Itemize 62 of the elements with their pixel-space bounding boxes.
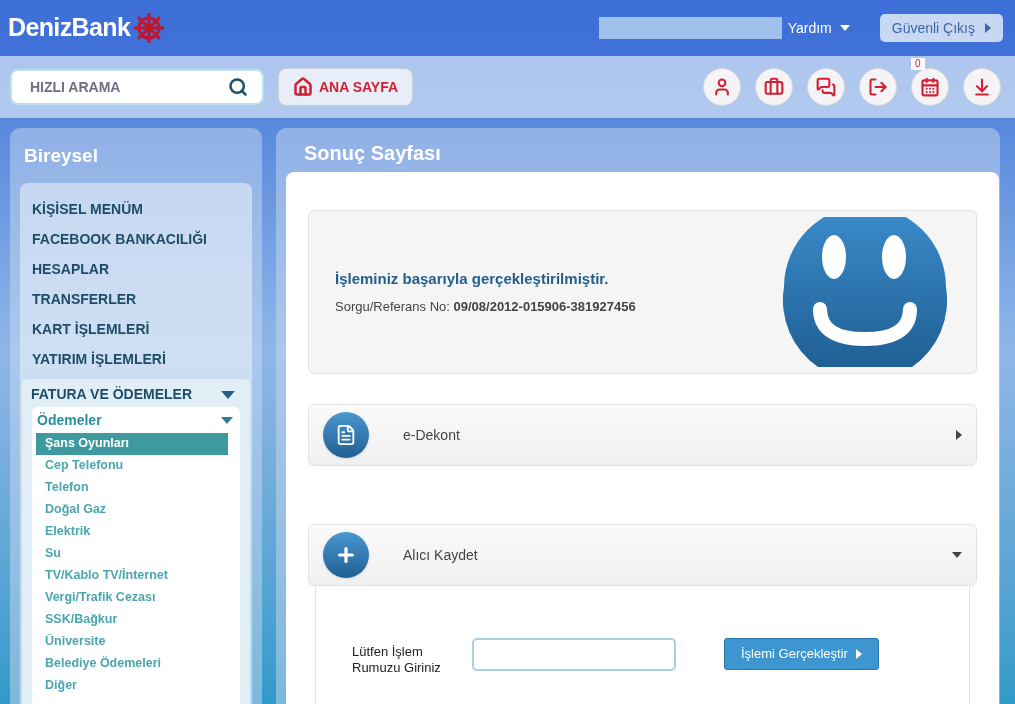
home-button[interactable]: ANA SAYFA	[278, 68, 414, 106]
caret-down-icon	[221, 417, 233, 424]
accordion-header[interactable]: Alıcı Kaydet	[308, 524, 977, 586]
plus-icon	[323, 532, 369, 578]
logout-button[interactable]: Güvenli Çıkış	[879, 14, 1003, 42]
reference-number: Sorgu/Referans No: 09/08/2012-015906-381927456	[335, 297, 637, 316]
help-menu[interactable]: Yardım	[787, 17, 850, 39]
submenu-item[interactable]: Üniversite	[36, 630, 228, 653]
submenu-item[interactable]: Diğer	[36, 674, 228, 697]
accordion-label: e-Dekont	[403, 425, 461, 445]
calendar-icon	[920, 77, 940, 97]
submenu-item[interactable]: Şans Oyunları	[36, 432, 228, 455]
chat-icon	[816, 77, 836, 97]
toolbar-button[interactable]	[807, 68, 845, 106]
submenu-item[interactable]: SSK/Bağkur	[36, 608, 228, 631]
caret-right-icon	[855, 649, 862, 659]
caret-down-icon	[221, 390, 235, 399]
download-icon	[972, 77, 992, 97]
submenu-item[interactable]: Telefon	[36, 476, 228, 499]
search-icon	[228, 77, 248, 97]
submenu-item[interactable]: TV/Kablo TV/İnternet	[36, 564, 228, 587]
briefcase-icon	[764, 77, 784, 97]
exit-icon	[868, 77, 888, 97]
toolbar-button[interactable]	[703, 68, 741, 106]
submenu-item[interactable]: Su	[36, 542, 228, 565]
submit-button[interactable]: İşlemi Gerçekleştir	[724, 638, 879, 670]
ship-wheel-icon	[132, 11, 167, 45]
menu-item[interactable]: FACEBOOK BANKACILIĞI	[22, 224, 250, 255]
accordion-header[interactable]: e-Dekont	[308, 404, 977, 466]
caret-right-icon	[956, 430, 962, 440]
page-title: Sonuç Sayfası	[303, 141, 442, 166]
menu-item[interactable]: TRANSFERLER	[22, 284, 250, 315]
submenu-group[interactable]: Ödemeler	[36, 408, 236, 433]
bank-logo: DenizBank	[8, 12, 131, 44]
accordion-label: Alıcı Kaydet	[403, 545, 479, 565]
smiley-icon	[782, 217, 948, 367]
toolbar-button[interactable]	[755, 68, 793, 106]
menu-item[interactable]: KART İŞLEMLERİ	[22, 314, 250, 345]
menu-item[interactable]: HESAPLAR	[22, 254, 250, 285]
success-message: İşleminiz başarıyla gerçekleştirilmiştir.	[335, 269, 610, 289]
submenu-item[interactable]: Doğal Gaz	[36, 498, 228, 521]
toolbar-button[interactable]	[911, 68, 949, 106]
field-label: Lütfen İşlem Rumuzu Giriniz	[352, 644, 442, 676]
caret-right-icon	[985, 23, 991, 33]
submenu-item[interactable]: Vergi/Trafik Cezası	[36, 586, 228, 609]
home-icon	[293, 77, 313, 97]
caret-down-icon	[952, 552, 962, 558]
input-field[interactable]	[472, 638, 676, 671]
toolbar-button[interactable]	[859, 68, 897, 106]
toolbar-button[interactable]	[963, 68, 1001, 106]
sidebar-title: Bireysel	[23, 144, 99, 168]
submenu-item[interactable]: Belediye Ödemeleri	[36, 652, 228, 675]
submenu-item[interactable]: Cep Telefonu	[36, 454, 228, 477]
menu-item[interactable]: YATIRIM İŞLEMLERİ	[22, 344, 250, 375]
menu-section[interactable]: FATURA VE ÖDEMELER	[28, 382, 244, 407]
caret-down-icon	[839, 25, 850, 31]
search-field[interactable]: HIZLI ARAMA	[10, 69, 264, 105]
person-icon	[712, 77, 732, 97]
menu-item[interactable]: KİŞİSEL MENÜM	[22, 194, 250, 225]
notification-badge: 0	[911, 58, 925, 70]
document-icon	[323, 412, 369, 458]
submenu-item[interactable]: Elektrik	[36, 520, 228, 543]
